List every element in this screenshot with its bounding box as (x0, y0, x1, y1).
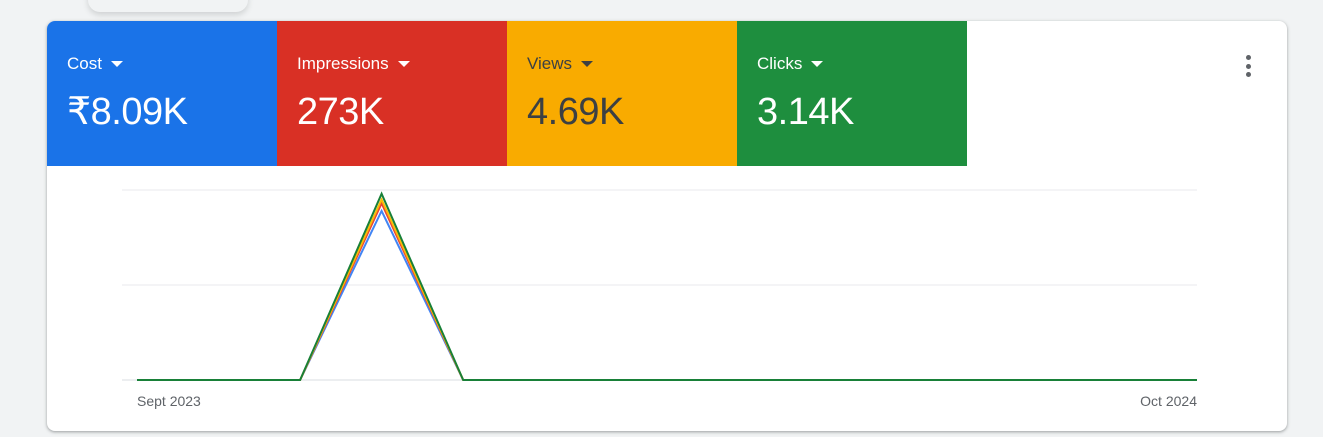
more-vert-icon[interactable] (1240, 55, 1256, 77)
metric-header: Cost (67, 54, 257, 74)
metric-value: ₹8.09K (67, 91, 188, 133)
metric-value: 3.14K (757, 91, 854, 133)
metric-label: Views (527, 54, 573, 73)
caret-down-icon[interactable] (581, 61, 594, 67)
metric-tab-impressions[interactable]: Impressions 273K (277, 21, 507, 166)
previous-card-edge (88, 0, 248, 12)
metric-tab-clicks[interactable]: Clicks 3.14K (737, 21, 967, 166)
series-line-cost (137, 208, 1197, 381)
caret-down-icon[interactable] (811, 61, 824, 67)
x-axis-start-label: Sept 2023 (137, 393, 201, 409)
metric-label: Clicks (757, 54, 803, 73)
metric-label: Impressions (297, 54, 389, 73)
series-line-impressions (137, 200, 1197, 381)
metric-header: Clicks (757, 54, 947, 74)
metric-tab-views[interactable]: Views 4.69K (507, 21, 737, 166)
x-axis-end-label: Oct 2024 (1140, 393, 1197, 409)
metric-tabs: Cost ₹8.09K Impressions 273K Views 4.69K… (47, 21, 967, 166)
metric-value: 4.69K (527, 91, 624, 133)
menu-dot (1245, 72, 1251, 77)
series-line-views (137, 197, 1197, 381)
metric-value: 273K (297, 91, 384, 133)
caret-down-icon[interactable] (110, 61, 123, 67)
performance-card: Cost ₹8.09K Impressions 273K Views 4.69K… (47, 21, 1287, 431)
metric-header: Impressions (297, 54, 487, 74)
metric-tab-cost[interactable]: Cost ₹8.09K (47, 21, 277, 166)
menu-dot (1245, 63, 1251, 69)
menu-dot (1245, 55, 1251, 60)
caret-down-icon[interactable] (397, 61, 410, 67)
metric-header: Views (527, 54, 717, 74)
metric-label: Cost (67, 54, 102, 73)
line-chart-svg (122, 189, 1197, 381)
series-line-clicks (137, 191, 1197, 381)
performance-chart: Sept 2023 Oct 2024 (47, 166, 1287, 431)
